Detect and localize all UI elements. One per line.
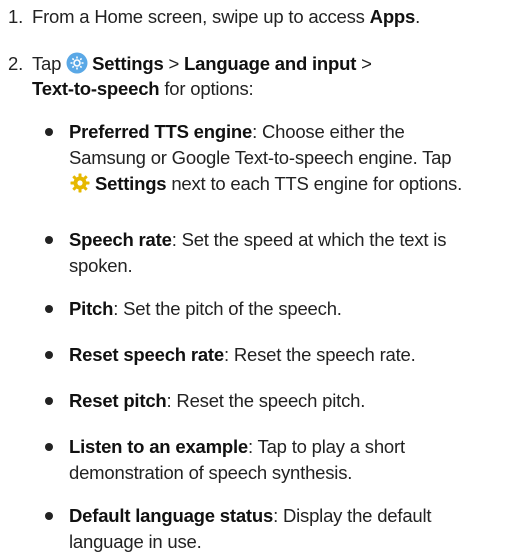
option-label: Preferred TTS engine [69,121,253,142]
bullet [45,236,53,244]
option-label: Reset pitch [69,390,167,411]
option-preferred-tts-line-3: Settings next to each TTS engine for opt… [69,172,462,200]
step-1-post: . [415,6,421,27]
bullet [45,443,53,451]
option-desc: : Display the default [273,505,432,526]
step-1-text: From a Home screen, swipe up to access A… [32,5,420,29]
step-number-1: 1. [8,6,24,27]
text-to-speech-label: Text-to-speech [32,78,160,99]
option-label: Reset speech rate [69,344,224,365]
option-desc: : Tap to play a short [248,436,405,457]
option-pitch-line-1: Pitch: Set the pitch of the speech. [69,297,342,321]
bullet [45,512,53,520]
document-page: 1. From a Home screen, swipe up to acces… [0,0,526,553]
bullet [45,397,53,405]
language-and-input-label: Language and input [184,53,357,74]
option-listen-example-line-2: demonstration of speech synthesis. [69,462,353,483]
bullet [45,305,53,313]
option-desc: : Set the pitch of the speech. [113,298,342,319]
bullet [45,128,53,136]
option-desc: : Reset the speech pitch. [166,390,366,411]
step-2-line-1: Tap Settings > Language and input > [32,52,372,80]
option-desc: : Set the speed at which the text is [171,229,447,250]
apps-label: Apps [369,6,416,27]
option-listen-example-line-1: Listen to an example: Tap to play a shor… [69,435,405,459]
option-label: Default language status [69,505,274,526]
option-desc: next to each TTS engine for options. [166,173,463,194]
step-2-tap: Tap [32,53,67,74]
option-label: Listen to an example [69,436,248,457]
settings-label: Settings [92,53,164,74]
option-desc: : Reset the speech rate. [223,344,416,365]
option-preferred-tts-line-1: Preferred TTS engine: Choose either the [69,120,405,144]
step-2-sep-1: > [163,53,185,74]
step-2-line-2: Text-to-speech for options: [32,77,254,101]
option-label: Pitch [69,298,114,319]
settings-gear-icon [66,52,88,80]
option-desc: : Choose either the [252,121,405,142]
step-2-for-options: for options: [159,78,254,99]
gear-icon [69,172,91,200]
option-reset-speech-rate-line-1: Reset speech rate: Reset the speech rate… [69,343,416,367]
option-speech-rate-line-2: spoken. [69,255,133,276]
option-default-language-line-2: language in use. [69,531,202,552]
step-number-2: 2. [8,53,24,74]
step-2-sep-2: > [356,53,372,74]
option-label: Speech rate [69,229,172,250]
settings-label: Settings [95,173,167,194]
option-reset-pitch-line-1: Reset pitch: Reset the speech pitch. [69,389,365,413]
option-default-language-line-1: Default language status: Display the def… [69,504,432,528]
option-preferred-tts-line-2: Samsung or Google Text-to-speech engine.… [69,147,452,168]
step-1-pre: From a Home screen, swipe up to access [32,6,370,27]
option-speech-rate-line-1: Speech rate: Set the speed at which the … [69,228,446,252]
bullet [45,351,53,359]
